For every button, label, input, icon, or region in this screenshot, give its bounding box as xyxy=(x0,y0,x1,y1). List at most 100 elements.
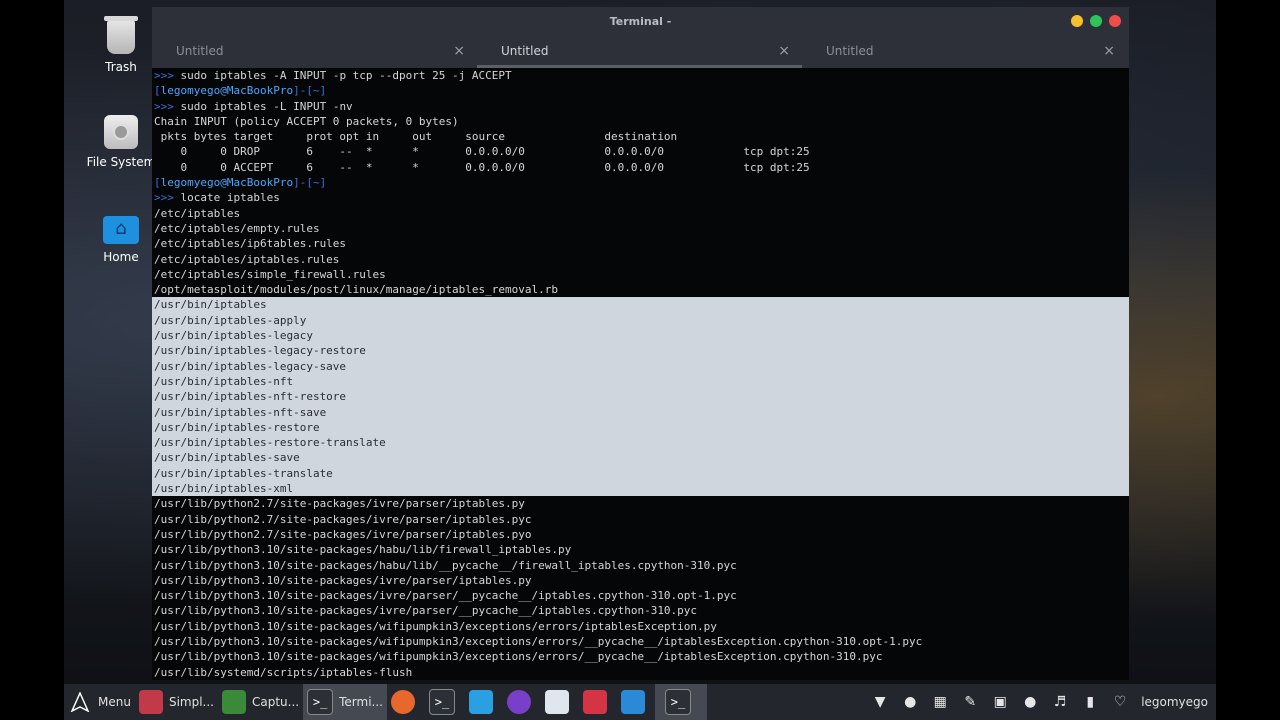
desktop-icon-file-system[interactable]: File System xyxy=(81,115,161,169)
launcher-system-monitor[interactable] xyxy=(617,684,655,720)
terminal-line: /usr/bin/iptables-nft-restore xyxy=(152,389,1129,405)
desktop-icon-home[interactable]: Home xyxy=(81,210,161,264)
window-controls xyxy=(1071,15,1121,27)
taskbar-item-capture[interactable]: Captu... xyxy=(218,684,303,720)
camera-icon[interactable]: ▣ xyxy=(991,693,1009,711)
notes-icon xyxy=(468,690,493,714)
terminal-line: /usr/bin/iptables-translate xyxy=(152,465,1129,482)
drive-icon xyxy=(104,115,138,149)
firefox-icon xyxy=(390,690,415,714)
launcher-firefox[interactable] xyxy=(387,684,425,720)
terminal-line: /usr/lib/python3.10/site-packages/habu/l… xyxy=(154,543,572,557)
terminal-line: /usr/lib/python3.10/site-packages/ivre/p… xyxy=(154,589,737,603)
terminal-launcher-icon: >_ xyxy=(428,689,455,715)
terminal-command-line: >>> locate iptables xyxy=(154,191,280,205)
launcher-terminal[interactable]: >_ xyxy=(425,684,465,720)
terminal-line: 0 0 ACCEPT 6 -- * * 0.0.0.0/0 0.0.0.0/0 … xyxy=(154,160,810,174)
window-title: Terminal - xyxy=(609,15,672,28)
system-monitor-icon xyxy=(620,690,645,714)
launcher-notes[interactable] xyxy=(465,684,503,720)
tab-close-icon[interactable]: × xyxy=(453,37,465,65)
desktop-icon-trash[interactable]: Trash xyxy=(81,16,161,74)
terminal-line: pkts bytes target prot opt in out source… xyxy=(154,130,678,144)
taskbar-item-label: Captu... xyxy=(252,695,300,709)
taskbar-item-label: Termi... xyxy=(339,695,383,709)
tab-label: Untitled xyxy=(176,44,224,58)
launcher-active-terminal[interactable]: >_ xyxy=(654,684,707,720)
terminal-line: Chain INPUT (policy ACCEPT 0 packets, 0 … xyxy=(154,114,459,128)
desktop-icon-label: File System xyxy=(86,155,156,169)
terminal-command-line: >>> sudo iptables -L INPUT -nv xyxy=(154,99,353,113)
home-folder-icon xyxy=(103,216,139,244)
tab-close-icon[interactable]: × xyxy=(1103,37,1115,65)
terminal-prompt-line: [legomyego@MacBookPro]-[~] xyxy=(154,176,327,190)
terminal-line: 0 0 DROP 6 -- * * 0.0.0.0/0 0.0.0.0/0 tc… xyxy=(154,145,810,159)
tab-3[interactable]: Untitled × xyxy=(802,37,1127,68)
screen-recorder-icon xyxy=(138,690,163,714)
terminal-line: /usr/bin/iptables-apply xyxy=(152,312,1129,329)
battery-icon[interactable]: ▮ xyxy=(1081,693,1099,711)
arch-logo-icon xyxy=(68,690,92,714)
terminal-output[interactable]: >>> sudo iptables -A INPUT -p tcp --dpor… xyxy=(152,68,1129,680)
terminal-line: /usr/bin/iptables xyxy=(152,297,1129,313)
volume-icon[interactable]: ♬ xyxy=(1051,693,1069,711)
terminal-line: /usr/lib/python2.7/site-packages/ivre/pa… xyxy=(154,512,532,526)
terminal-prompt-line: [legomyego@MacBookPro]-[~] xyxy=(154,84,327,98)
terminal-line: /etc/iptables/ip6tables.rules xyxy=(154,237,347,251)
tab-label: Untitled xyxy=(501,44,549,58)
wifi-icon[interactable]: ▼ xyxy=(871,693,889,711)
mail-icon[interactable]: ● xyxy=(901,693,919,711)
terminal-window: Terminal - Untitled × Untitled × Untitle… xyxy=(152,7,1129,680)
tab-close-icon[interactable]: × xyxy=(778,37,790,65)
tab-2[interactable]: Untitled × xyxy=(477,37,802,68)
taskbar-item-simple-screen-recorder[interactable]: Simpl... xyxy=(135,684,218,720)
microphone-icon[interactable]: ● xyxy=(1021,693,1039,711)
terminal-line: /opt/metasploit/modules/post/linux/manag… xyxy=(154,283,558,297)
username-label[interactable]: legomyego xyxy=(1141,695,1208,709)
terminal-line: /usr/lib/python3.10/site-packages/ivre/p… xyxy=(154,573,532,587)
terminal-line: /usr/lib/python2.7/site-packages/ivre/pa… xyxy=(154,497,525,511)
terminal-line: /usr/bin/iptables-legacy xyxy=(152,328,1129,344)
launcher-tor[interactable] xyxy=(503,684,541,720)
terminal-line: /usr/bin/iptables-restore xyxy=(152,419,1129,436)
desktop-icon-label: Trash xyxy=(105,60,137,74)
brush-icon[interactable]: ✎ xyxy=(961,693,979,711)
terminal-line: /usr/bin/iptables-legacy-restore xyxy=(152,343,1129,359)
taskbar-item-label: Simpl... xyxy=(168,695,214,709)
tab-1[interactable]: Untitled × xyxy=(152,37,477,68)
system-tray: ▼ ● ▦ ✎ ▣ ● ♬ ▮ ♡ legomyego xyxy=(871,693,1216,711)
terminal-line: /usr/lib/python3.10/site-packages/wifipu… xyxy=(154,619,717,633)
terminal-line: /usr/lib/python2.7/site-packages/ivre/pa… xyxy=(154,527,532,541)
terminal-line: /usr/lib/python3.10/site-packages/wifipu… xyxy=(154,634,923,648)
terminal-line: /usr/lib/systemd/scripts/iptables-flush xyxy=(154,665,413,679)
menu-button[interactable]: Menu xyxy=(64,684,135,720)
terminal-line: /usr/bin/iptables-restore-translate xyxy=(152,435,1129,451)
launcher-text-editor[interactable] xyxy=(541,684,579,720)
terminal-line: /usr/bin/iptables-nft-save xyxy=(152,404,1129,420)
tab-label: Untitled xyxy=(826,44,874,58)
capture-icon xyxy=(222,690,246,714)
active-terminal-icon: >_ xyxy=(664,689,691,715)
terminal-line: /etc/iptables xyxy=(154,206,241,220)
terminal-line: /usr/bin/iptables-save xyxy=(152,450,1129,466)
close-window-button[interactable] xyxy=(1109,15,1121,27)
desktop-icon-label: Home xyxy=(103,250,139,264)
minimize-button[interactable] xyxy=(1071,15,1083,27)
recorder-icon xyxy=(582,690,607,714)
maximize-button[interactable] xyxy=(1090,15,1102,27)
terminal-line: /usr/bin/iptables-legacy-save xyxy=(152,358,1129,374)
tor-icon xyxy=(506,690,531,714)
terminal-line: /etc/iptables/iptables.rules xyxy=(154,252,340,266)
terminal-line: /etc/iptables/empty.rules xyxy=(154,221,320,235)
launcher-recorder[interactable] xyxy=(579,684,617,720)
terminal-line: /usr/lib/python3.10/site-packages/ivre/p… xyxy=(154,604,698,618)
terminal-line: /usr/bin/iptables-xml xyxy=(152,481,1129,497)
terminal-line: /usr/lib/python3.10/site-packages/habu/l… xyxy=(154,558,737,572)
window-titlebar[interactable]: Terminal - xyxy=(152,7,1129,37)
notification-bell-icon[interactable]: ♡ xyxy=(1111,693,1129,711)
network-icon[interactable]: ▦ xyxy=(931,693,949,711)
terminal-line: /usr/lib/python3.10/site-packages/wifipu… xyxy=(154,650,883,664)
terminal-command-line: >>> sudo iptables -A INPUT -p tcp --dpor… xyxy=(154,69,512,82)
taskbar-item-terminal[interactable]: >_ Termi... xyxy=(303,684,387,720)
terminal-line: /etc/iptables/simple_firewall.rules xyxy=(154,267,386,281)
